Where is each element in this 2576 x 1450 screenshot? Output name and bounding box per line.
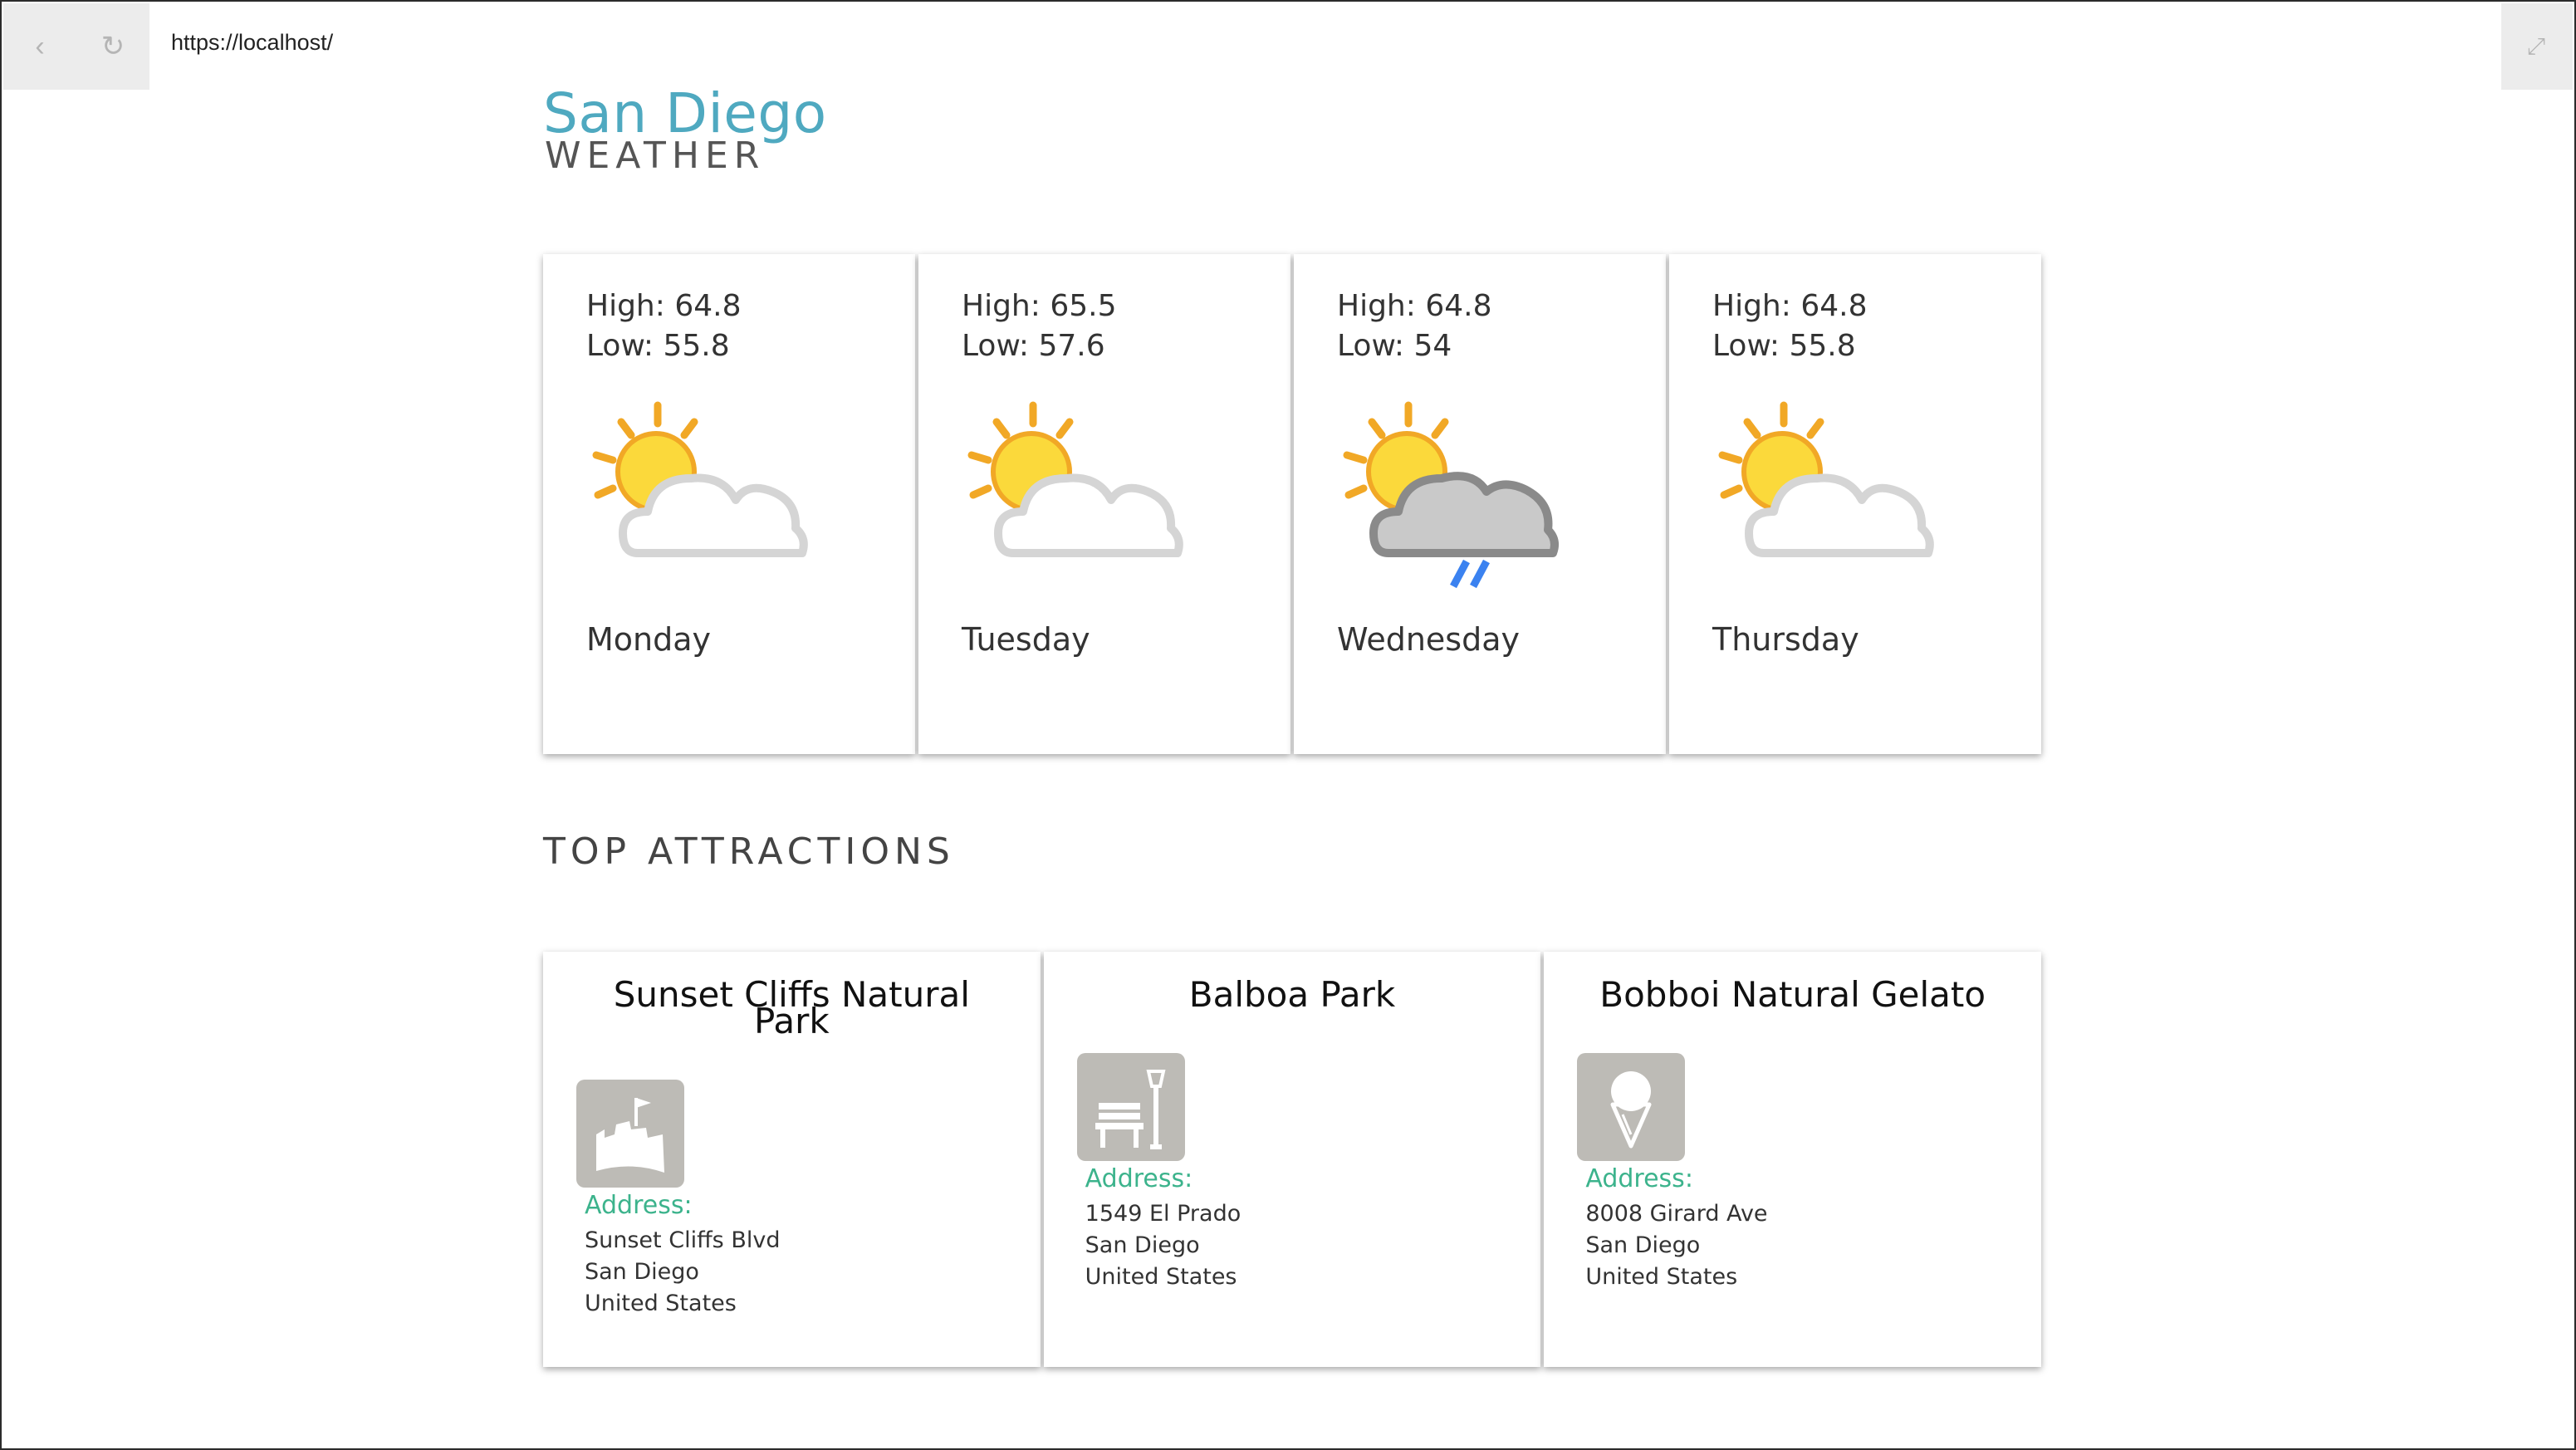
address-country: United States [585, 1291, 737, 1316]
day-label: Thursday [1712, 621, 1859, 658]
forecast-card: High: 64.8 Low: 55.8 Thursday [1669, 254, 2041, 754]
address-street: 8008 Girard Ave [1585, 1201, 1768, 1227]
expand-icon[interactable]: ⤢ [2518, 28, 2554, 65]
partly-cloudy-icon [592, 401, 808, 557]
day-label: Monday [586, 621, 712, 658]
forecast-row: High: 64.8 Low: 55.8 Monday High: 65.5 L… [543, 254, 2041, 754]
address-city: San Diego [585, 1259, 699, 1285]
partly-cloudy-icon [1718, 401, 1934, 557]
address-street: 1549 El Prado [1085, 1201, 1241, 1227]
section-title-attractions: TOP ATTRACTIONS [543, 830, 955, 873]
sandcastle-icon [576, 1080, 684, 1188]
attraction-card[interactable]: Bobboi Natural Gelato Address: 8008 Gira… [1544, 952, 2042, 1367]
reload-icon[interactable]: ↻ [95, 28, 131, 65]
attractions-row: Sunset Cliffs Natural Park Address: Suns… [543, 952, 2042, 1367]
day-label: Tuesday [962, 621, 1090, 658]
browser-window: ‹ ↻ https://localhost/ ⤢ San Diego WEATH… [0, 0, 2576, 1450]
low-temperature: Low: 55.8 [1712, 329, 1856, 363]
attraction-name: Bobboi Natural Gelato [1599, 974, 1986, 1015]
rain-showers-icon [1343, 401, 1559, 589]
address-country: United States [1585, 1264, 1738, 1290]
low-temperature: Low: 55.8 [586, 329, 730, 363]
day-label: Wednesday [1337, 621, 1521, 658]
partly-cloudy-icon [967, 401, 1183, 557]
address-bar[interactable]: https://localhost/ [171, 30, 333, 56]
attraction-card[interactable]: Sunset Cliffs Natural Park Address: Suns… [543, 952, 1041, 1367]
high-temperature: High: 64.8 [1712, 289, 1868, 323]
forecast-card: High: 64.8 Low: 54 Wednesday [1294, 254, 1666, 754]
forecast-card: High: 64.8 Low: 55.8 Monday [543, 254, 915, 754]
high-temperature: High: 64.8 [1337, 289, 1492, 323]
address-label: Address: [1585, 1164, 1693, 1193]
low-temperature: Low: 57.6 [962, 329, 1105, 363]
page-subtitle: WEATHER [545, 135, 766, 177]
low-temperature: Low: 54 [1337, 329, 1452, 363]
attraction-card[interactable]: Balboa Park Address: 1549 El Prado San D… [1043, 952, 1541, 1367]
address-label: Address: [585, 1191, 693, 1220]
address-street: Sunset Cliffs Blvd [585, 1227, 781, 1253]
ice-cream-icon [1577, 1053, 1686, 1161]
address-city: San Diego [1585, 1232, 1701, 1258]
attraction-name: Balboa Park [1188, 974, 1396, 1015]
browser-nav-bar: ‹ ↻ [3, 3, 149, 90]
forecast-card: High: 65.5 Low: 57.6 Tuesday [918, 254, 1290, 754]
attraction-name: Sunset Cliffs Natural Park [613, 974, 970, 1041]
park-bench-icon [1076, 1053, 1185, 1161]
high-temperature: High: 65.5 [962, 289, 1117, 323]
address-country: United States [1085, 1264, 1237, 1290]
browser-expand-area: ⤢ [2501, 3, 2573, 90]
address-city: San Diego [1085, 1232, 1200, 1258]
address-label: Address: [1085, 1164, 1193, 1193]
chevron-left-icon[interactable]: ‹ [22, 28, 58, 65]
high-temperature: High: 64.8 [586, 289, 742, 323]
